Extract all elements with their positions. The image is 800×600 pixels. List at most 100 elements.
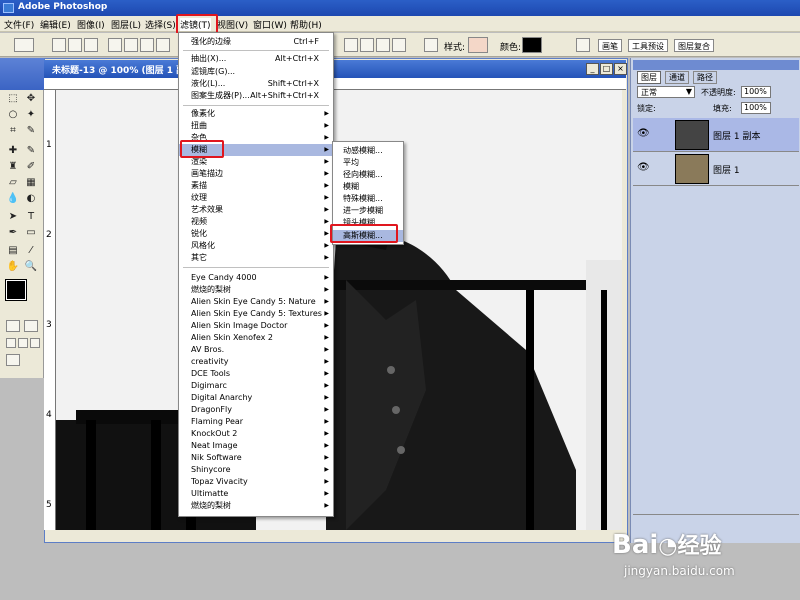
eye-visibility-icon[interactable]: 👁 — [637, 128, 650, 139]
fill-input[interactable]: 100% — [741, 102, 771, 114]
dodge-tool-icon[interactable]: ◐ — [24, 192, 38, 206]
menu-edit[interactable]: 编辑(E) — [40, 18, 71, 31]
color-swatch[interactable] — [522, 37, 542, 53]
submenu-average[interactable]: 平均 — [333, 157, 403, 169]
lasso-tool-icon[interactable]: ○ — [6, 108, 20, 122]
menu-item-plugin[interactable]: Flaming Pear ▶ — [179, 416, 333, 428]
menu-item-plugin[interactable]: Eye Candy 4000 ▶ — [179, 272, 333, 284]
notes-tool-icon[interactable]: ▤ — [6, 244, 20, 258]
tool-preset-button[interactable] — [14, 38, 34, 52]
tab-channels[interactable]: 通道 — [665, 71, 689, 84]
type-tool-icon[interactable]: T — [24, 210, 38, 224]
jump-to-imageready-icon[interactable] — [6, 354, 20, 366]
rounded-rect-icon[interactable] — [156, 38, 170, 52]
menu-item-plugin[interactable]: 燃烧的梨树 ▶ — [179, 500, 333, 512]
menu-item-video[interactable]: 视频 ▶ — [179, 216, 333, 228]
clone-stamp-icon[interactable]: ♜ — [6, 160, 20, 174]
menu-item-plugin[interactable]: Ultimatte ▶ — [179, 488, 333, 500]
screen-mode-full-menu-icon[interactable] — [18, 338, 28, 348]
screen-mode-standard-icon[interactable] — [6, 338, 16, 348]
maximize-button[interactable]: □ — [600, 63, 613, 75]
menu-item-plugin[interactable]: Shinycore ▶ — [179, 464, 333, 476]
menu-item-brush-strokes[interactable]: 画笔描边 ▶ — [179, 168, 333, 180]
combine-icon[interactable] — [344, 38, 358, 52]
menu-item-plugin[interactable]: 燃烧的梨树 ▶ — [179, 284, 333, 296]
brush-tool-icon[interactable]: ✎ — [24, 144, 38, 158]
palette-well-icon[interactable] — [576, 38, 590, 52]
screen-mode-full-icon[interactable] — [30, 338, 40, 348]
layer-row[interactable]: 👁 图层 1 副本 — [633, 118, 799, 152]
menu-file[interactable]: 文件(F) — [4, 18, 34, 31]
gradient-icon[interactable]: ▦ — [24, 176, 38, 190]
rectangle-shape-icon[interactable] — [140, 38, 154, 52]
menu-item-plugin[interactable]: Alien Skin Xenofex 2 ▶ — [179, 332, 333, 344]
menu-view[interactable]: 视图(V) — [217, 18, 248, 31]
quickmask-mode-icon[interactable] — [24, 320, 38, 332]
minimize-button[interactable]: _ — [586, 63, 599, 75]
submenu-blur-more[interactable]: 进一步模糊 — [333, 205, 403, 217]
menu-item-pixelate[interactable]: 像素化 ▶ — [179, 108, 333, 120]
menu-item-plugin[interactable]: Neat Image ▶ — [179, 440, 333, 452]
zoom-tool-icon[interactable]: 🔍 — [24, 260, 38, 274]
menu-item-plugin[interactable]: Alien Skin Eye Candy 5: Nature ▶ — [179, 296, 333, 308]
tab-layer-comps[interactable]: 图层复合 — [674, 39, 714, 52]
close-button[interactable]: × — [614, 63, 627, 75]
menu-item-plugin[interactable]: DragonFly ▶ — [179, 404, 333, 416]
pen-tool-icon[interactable]: ✒ — [6, 226, 20, 240]
blur-tool-icon[interactable]: 💧 — [6, 192, 20, 206]
pen-icon[interactable] — [108, 38, 122, 52]
menu-item-distort[interactable]: 扭曲 ▶ — [179, 120, 333, 132]
add-selection-icon[interactable] — [68, 38, 82, 52]
layer-row[interactable]: 👁 图层 1 — [633, 152, 799, 186]
menu-help[interactable]: 帮助(H) — [290, 18, 322, 31]
new-selection-icon[interactable] — [52, 38, 66, 52]
menu-image[interactable]: 图像(I) — [77, 18, 105, 31]
submenu-radial-blur[interactable]: 径向模糊... — [333, 169, 403, 181]
submenu-motion-blur[interactable]: 动感模糊... — [333, 145, 403, 157]
menu-item-stylize[interactable]: 风格化 ▶ — [179, 240, 333, 252]
link-icon[interactable] — [424, 38, 438, 52]
menu-window[interactable]: 窗口(W) — [253, 18, 287, 31]
hand-tool-icon[interactable]: ✋ — [6, 260, 20, 274]
menu-item-plugin[interactable]: KnockOut 2 ▶ — [179, 428, 333, 440]
healing-brush-icon[interactable]: ✚ — [6, 144, 20, 158]
menu-item-sketch[interactable]: 素描 ▶ — [179, 180, 333, 192]
magic-wand-icon[interactable]: ✦ — [24, 108, 38, 122]
menu-item-plugin[interactable]: AV Bros. ▶ — [179, 344, 333, 356]
style-picker[interactable] — [468, 37, 488, 53]
shape-tool-icon[interactable]: ▭ — [24, 226, 38, 240]
tab-paths[interactable]: 路径 — [693, 71, 717, 84]
eyedropper-icon[interactable]: ⁄ — [24, 244, 38, 258]
menu-item-plugin[interactable]: Nik Software ▶ — [179, 452, 333, 464]
menu-item-liquify[interactable]: 液化(L)... Shift+Ctrl+X — [179, 78, 333, 90]
eraser-icon[interactable]: ▱ — [6, 176, 20, 190]
tab-tool-presets[interactable]: 工具预设 — [628, 39, 668, 52]
menu-item-filter-gallery[interactable]: 滤镜库(G)... — [179, 66, 333, 78]
menu-item-extract[interactable]: 抽出(X)... Alt+Ctrl+X — [179, 53, 333, 65]
foreground-color-swatch[interactable] — [5, 279, 27, 301]
marquee-tool-icon[interactable]: ⬚ — [6, 92, 20, 106]
menu-item-plugin[interactable]: creativity ▶ — [179, 356, 333, 368]
menu-layer[interactable]: 图层(L) — [111, 18, 141, 31]
tab-brushes[interactable]: 画笔 — [598, 39, 622, 52]
menu-item-plugin[interactable]: Alien Skin Eye Candy 5: Textures ▶ — [179, 308, 333, 320]
blend-mode-select[interactable]: 正常 ▼ — [637, 86, 695, 98]
menu-item-other[interactable]: 其它 ▶ — [179, 252, 333, 264]
opacity-input[interactable]: 100% — [741, 86, 771, 98]
menu-item-plugin[interactable]: Digital Anarchy ▶ — [179, 392, 333, 404]
standard-mode-icon[interactable] — [6, 320, 20, 332]
menu-item-artistic[interactable]: 艺术效果 ▶ — [179, 204, 333, 216]
submenu-blur[interactable]: 模糊 — [333, 181, 403, 193]
exclude-icon[interactable] — [392, 38, 406, 52]
menu-select[interactable]: 选择(S) — [145, 18, 176, 31]
intersect-icon[interactable] — [376, 38, 390, 52]
menu-item-last-filter[interactable]: 强化的边缘 Ctrl+F — [179, 36, 333, 48]
menu-item-plugin[interactable]: Digimarc ▶ — [179, 380, 333, 392]
menu-item-plugin[interactable]: Alien Skin Image Doctor ▶ — [179, 320, 333, 332]
move-tool-icon[interactable]: ✥ — [24, 92, 38, 106]
subtract-icon[interactable] — [360, 38, 374, 52]
slice-tool-icon[interactable]: ✎ — [24, 124, 38, 138]
menu-item-plugin[interactable]: Topaz Vivacity ▶ — [179, 476, 333, 488]
tab-layers[interactable]: 图层 — [637, 71, 661, 84]
menu-item-pattern-maker[interactable]: 图案生成器(P)... Alt+Shift+Ctrl+X — [179, 90, 333, 102]
